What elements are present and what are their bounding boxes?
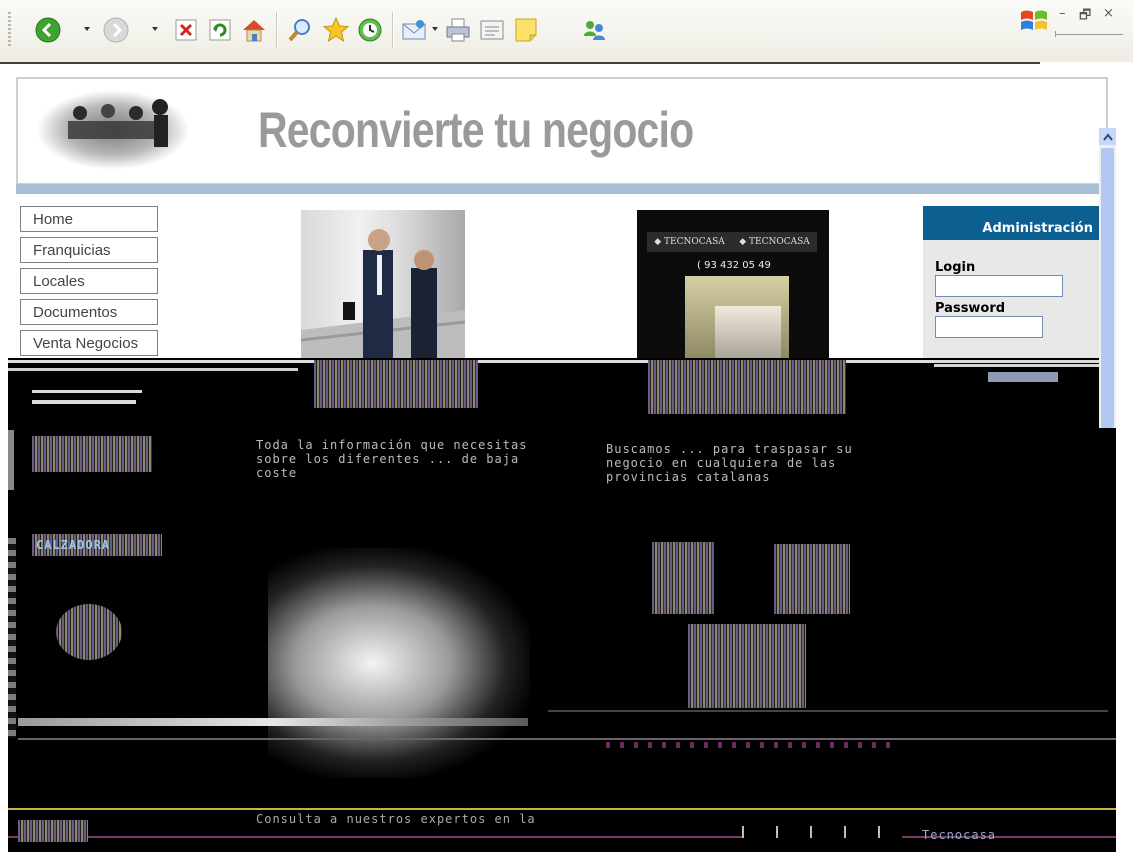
menu-item-venta-negocios[interactable]: Venta Negocios: [20, 330, 158, 356]
web-page: Reconvierte tu negocio Home Franquicias …: [8, 68, 1116, 852]
menu-item-documentos[interactable]: Documentos: [20, 299, 158, 325]
mail-icon: [402, 20, 426, 40]
favorites-button[interactable]: [322, 16, 350, 44]
window-controls: – 🗗 ×: [1015, 4, 1125, 44]
glitch-block-photo1: [314, 360, 478, 408]
forward-arrow-icon: [103, 17, 129, 43]
vertical-scrollbar[interactable]: [1099, 128, 1116, 428]
main-menu: Home Franquicias Locales Documentos Vent…: [20, 206, 162, 361]
glitch-heading-text: CALZADORA: [36, 538, 111, 552]
sign-right-text: ◆ TECNOCASA: [739, 237, 810, 247]
storefront-sign: ◆ TECNOCASA ◆ TECNOCASA: [647, 232, 817, 252]
back-dropdown-icon[interactable]: [84, 27, 90, 31]
refresh-icon: [209, 19, 231, 41]
minimize-button[interactable]: –: [1059, 6, 1066, 21]
discuss-button[interactable]: [512, 16, 540, 44]
glitch-meeting-photo: [268, 548, 530, 778]
glitch-heading: CALZADORA: [32, 534, 162, 556]
glitch-round-logo: [56, 604, 122, 660]
browser-toolbar: – 🗗 ×: [0, 0, 1133, 62]
site-header: Reconvierte tu negocio: [16, 77, 1108, 185]
history-button[interactable]: [356, 16, 384, 44]
storefront-photo: ◆ TECNOCASA ◆ TECNOCASA ( 93 432 05 49: [637, 210, 829, 360]
star-icon: [322, 16, 350, 43]
storefront-phone: ( 93 432 05 49: [697, 260, 771, 271]
stop-button[interactable]: [172, 16, 200, 44]
restore-button[interactable]: 🗗: [1079, 6, 1091, 28]
login-label: Login: [935, 260, 976, 275]
password-input[interactable]: [935, 316, 1043, 338]
edit-icon: [480, 20, 504, 40]
mail-button[interactable]: [400, 16, 428, 44]
menu-item-locales[interactable]: Locales: [20, 268, 158, 294]
search-icon: [288, 19, 310, 42]
windows-logo-icon: [1021, 10, 1047, 30]
site-title: Reconvierte tu negocio: [258, 102, 694, 158]
home-icon: [243, 20, 265, 42]
glitch-block-photo2: [648, 360, 846, 414]
mail-dropdown-icon[interactable]: [432, 27, 438, 31]
print-icon: [446, 18, 470, 42]
menu-item-franquicias[interactable]: Franquicias: [20, 237, 158, 263]
login-input[interactable]: [935, 275, 1063, 297]
admin-title: Administración: [923, 206, 1101, 240]
close-window-button[interactable]: ×: [1103, 6, 1114, 21]
password-label: Password: [935, 301, 1006, 316]
glitch-bottom-text: Consulta a nuestros expertos en la: [256, 812, 536, 826]
menu-item-home[interactable]: Home: [20, 206, 158, 232]
glitch-block-left: [32, 436, 152, 472]
glitch-right-text: Buscamos ... para traspasar su negocio e…: [606, 442, 853, 484]
header-team-photo: [38, 91, 188, 169]
sign-left-text: ◆ TECNOCASA: [654, 237, 725, 247]
header-divider-bar: [16, 183, 1108, 194]
print-button[interactable]: [444, 16, 472, 44]
corrupted-render-region: Toda la información que necesitas sobre …: [8, 358, 1116, 852]
messenger-icon: [584, 21, 605, 40]
chevron-up-icon: [1102, 132, 1113, 141]
messenger-button[interactable]: [580, 16, 608, 44]
glitch-mid-text: Toda la información que necesitas sobre …: [256, 438, 528, 480]
scroll-up-button[interactable]: [1099, 128, 1116, 145]
back-arrow-icon: [35, 17, 61, 43]
toolbar-grip[interactable]: [8, 12, 11, 48]
stop-icon: [175, 19, 197, 41]
businessmen-photo: [301, 210, 465, 358]
forward-button[interactable]: [102, 16, 130, 44]
history-icon: [358, 18, 382, 42]
forward-dropdown-icon[interactable]: [152, 27, 158, 31]
glitch-brand: Tecnocasa: [922, 828, 997, 842]
refresh-button[interactable]: [206, 16, 234, 44]
back-button[interactable]: [34, 16, 62, 44]
search-button[interactable]: [286, 16, 314, 44]
edit-button[interactable]: [478, 16, 506, 44]
note-icon: [515, 18, 537, 42]
home-button[interactable]: [240, 16, 268, 44]
scroll-thumb[interactable]: [1101, 148, 1114, 428]
